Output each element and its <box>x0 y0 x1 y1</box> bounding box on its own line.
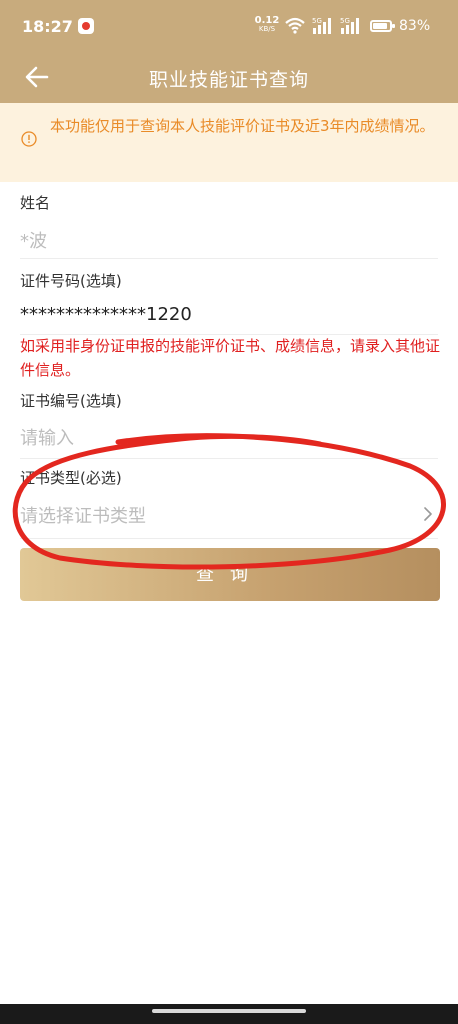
id-number-warning: 如采用非身份证申报的技能评价证书、成绩信息，请录入其他证件信息。 <box>20 337 441 379</box>
divider <box>20 258 438 259</box>
page-title: 职业技能证书查询 <box>148 69 309 91</box>
svg-text:5G: 5G <box>312 17 322 25</box>
network-speed: 0.12 KB/S <box>254 16 280 34</box>
chevron-right-icon[interactable] <box>422 505 434 523</box>
notification-app-icon <box>78 18 94 34</box>
network-speed-unit: KB/S <box>258 25 276 33</box>
cellular-signal-2-icon: 5G <box>340 17 359 34</box>
cert-number-label: 证书编号(选填) <box>20 392 122 410</box>
query-button[interactable]: 查询 <box>20 548 440 601</box>
battery-icon <box>370 20 395 32</box>
wifi-icon <box>285 17 305 34</box>
divider <box>20 458 438 459</box>
cellular-signal-1-icon: 5G <box>312 17 331 34</box>
status-time: 18:27 <box>22 17 73 36</box>
info-circle-icon <box>21 131 37 147</box>
network-speed-value: 0.12 <box>254 15 280 26</box>
divider <box>20 538 438 539</box>
svg-text:5G: 5G <box>340 17 350 25</box>
cert-type-select[interactable]: 请选择证书类型 <box>20 502 146 528</box>
home-indicator[interactable] <box>152 1009 306 1013</box>
system-nav-bar <box>0 1004 458 1024</box>
cert-type-label: 证书类型(必选) <box>20 469 122 487</box>
id-number-field[interactable]: **************1220 <box>20 304 192 325</box>
status-bar: 18:27 0.12 KB/S 5G 5G 83% <box>0 0 458 52</box>
cert-number-input[interactable]: 请输入 <box>20 424 74 450</box>
name-label: 姓名 <box>20 194 51 212</box>
battery-percentage: 83% <box>399 18 431 34</box>
name-field[interactable]: *波 <box>20 227 47 253</box>
notice-text: 本功能仅用于查询本人技能评价证书及近3年内成绩情况。 <box>50 117 435 135</box>
id-number-label: 证件号码(选填) <box>20 272 122 290</box>
nav-bar: 职业技能证书查询 <box>0 52 458 103</box>
